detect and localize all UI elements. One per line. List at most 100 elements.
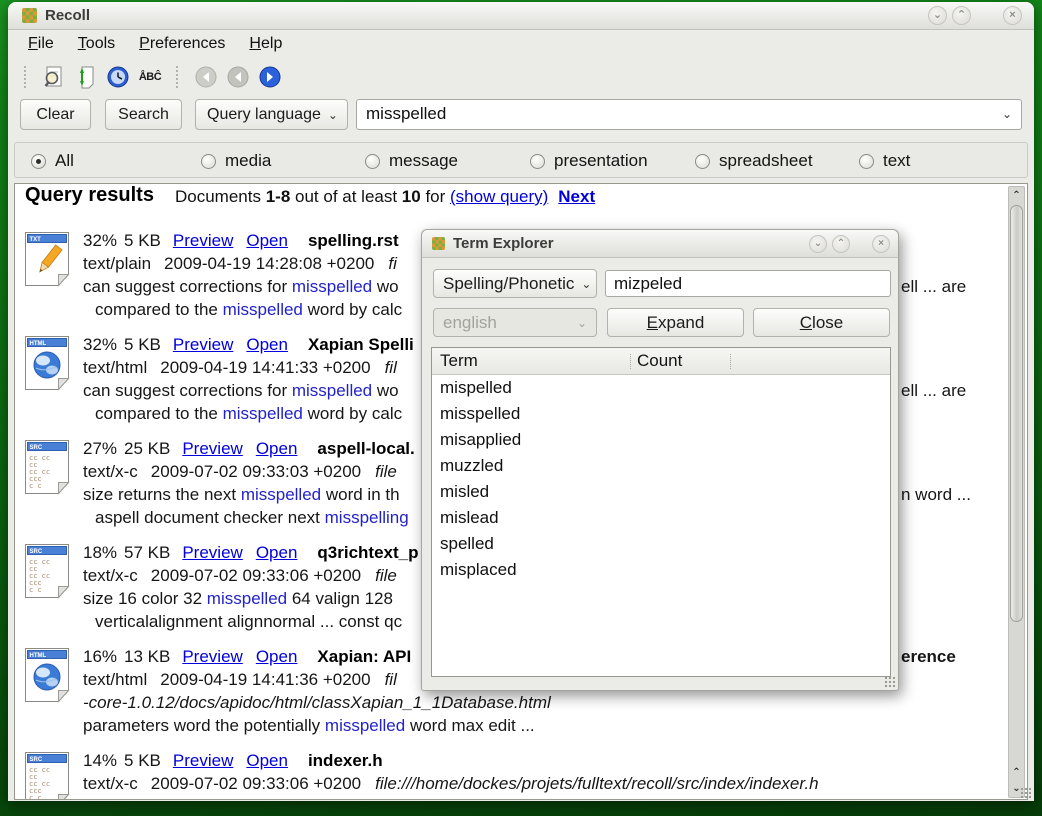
clear-button[interactable]: Clear <box>20 99 91 130</box>
result-snippet-line: verticalalignment alignnormal ... const … <box>95 612 402 635</box>
column-separator[interactable] <box>730 354 731 369</box>
term-row[interactable]: muzzled <box>440 456 503 482</box>
snippet-continuation-text: ell ... are <box>901 381 966 401</box>
svg-text:HTML: HTML <box>30 341 47 347</box>
snippet-text: 64 valign 128 <box>287 589 393 608</box>
spellcheck-icon[interactable]: ÅBĈ <box>136 63 164 91</box>
term-row[interactable]: misapplied <box>440 430 521 456</box>
term-input[interactable] <box>605 270 891 297</box>
radio-icon[interactable] <box>201 154 216 169</box>
filter-radio-media[interactable]: media <box>201 151 271 171</box>
filter-radio-text[interactable]: text <box>859 151 910 171</box>
result-snippet-line: size returns the next misspelled word in… <box>83 485 400 508</box>
menu-preferences[interactable]: Preferences <box>139 35 225 53</box>
preview-link[interactable]: Preview <box>182 439 242 458</box>
highlighted-term: misspelled <box>223 404 303 423</box>
html-document-icon[interactable]: HTML <box>23 335 71 391</box>
term-row[interactable]: misled <box>440 482 489 508</box>
preview-link[interactable]: Preview <box>182 647 242 666</box>
filter-radio-all[interactable]: All <box>31 151 74 171</box>
src-document-icon[interactable]: SRCcc cc cccc cccccc c <box>23 543 71 599</box>
term-row[interactable]: mispelled <box>440 378 512 404</box>
next-page-link[interactable]: Next <box>558 187 595 206</box>
forward-icon[interactable] <box>256 63 284 91</box>
radio-icon[interactable] <box>530 154 545 169</box>
expansion-mode-dropdown[interactable]: Spelling/Phonetic⌄ <box>433 269 597 298</box>
query-language-dropdown[interactable]: Query language⌄ <box>195 99 348 130</box>
snippet-continuation-text: n word ... <box>901 485 971 505</box>
results-scrollbar[interactable]: ⌃ ⌃ ⌄ <box>1008 186 1025 798</box>
sort-by-date-icon[interactable] <box>104 63 132 91</box>
back-icon[interactable] <box>224 63 252 91</box>
radio-selected-icon[interactable] <box>31 154 46 169</box>
term-row[interactable]: spelled <box>440 534 494 560</box>
open-link[interactable]: Open <box>256 647 298 666</box>
first-page-icon[interactable] <box>192 63 220 91</box>
search-combobox[interactable]: ⌄ <box>356 99 1022 130</box>
result-title: indexer.h <box>308 751 383 770</box>
expand-button[interactable]: Expand <box>607 308 744 337</box>
language-dropdown[interactable]: english⌄ <box>433 308 597 337</box>
scroll-up-icon[interactable]: ⌃ <box>1009 188 1024 203</box>
shade-icon[interactable]: ⌃ <box>832 235 850 253</box>
filter-radio-spreadsheet[interactable]: spreadsheet <box>695 151 813 171</box>
scrollbar-thumb[interactable] <box>1010 205 1023 622</box>
scroll-up-icon[interactable]: ⌃ <box>1009 765 1024 780</box>
open-link[interactable]: Open <box>256 543 298 562</box>
svg-text:TXT: TXT <box>30 237 42 243</box>
sort-document-icon[interactable] <box>72 63 100 91</box>
column-term[interactable]: Term <box>440 351 478 371</box>
close-dialog-button[interactable]: Close <box>753 308 890 337</box>
chevron-down-icon[interactable]: ⌄ <box>1002 107 1012 121</box>
show-query-link[interactable]: (show query) <box>450 187 548 206</box>
close-icon[interactable]: × <box>872 235 890 253</box>
src-document-icon[interactable]: SRCcc cc cccc cccccc c <box>23 439 71 495</box>
dialog-resize-grip[interactable] <box>884 676 895 687</box>
txt-document-icon[interactable]: TXT <box>23 231 71 287</box>
shade-icon[interactable]: ⌃ <box>952 6 971 25</box>
dialog-title: Term Explorer <box>453 235 554 252</box>
menu-file[interactable]: File <box>28 35 54 53</box>
menu-help[interactable]: Help <box>249 35 282 53</box>
preview-link[interactable]: Preview <box>182 543 242 562</box>
column-separator[interactable] <box>630 354 631 369</box>
open-link[interactable]: Open <box>246 751 288 770</box>
snippet-text: parameters word the potentially <box>83 716 325 735</box>
term-row[interactable]: mislead <box>440 508 499 534</box>
chevron-down-icon: ⌄ <box>577 316 587 330</box>
result-snippet-line: can suggest corrections for misspelled w… <box>83 277 399 300</box>
result-snippet-line: compared to the misspelled word by calc <box>95 404 402 427</box>
term-row[interactable]: misspelled <box>440 404 520 430</box>
close-icon[interactable]: × <box>1003 6 1022 25</box>
search-button[interactable]: Search <box>105 99 182 130</box>
open-link[interactable]: Open <box>256 439 298 458</box>
radio-icon[interactable] <box>859 154 874 169</box>
html-document-icon[interactable]: HTML <box>23 647 71 703</box>
snippet-continuation-text: erence <box>901 647 956 667</box>
term-row[interactable]: misplaced <box>440 560 517 586</box>
preview-link[interactable]: Preview <box>173 335 233 354</box>
preview-link[interactable]: Preview <box>173 751 233 770</box>
src-document-icon[interactable]: SRCcc cc cccc cccccc c <box>23 751 71 800</box>
radio-icon[interactable] <box>695 154 710 169</box>
dialog-titlebar[interactable]: Term Explorer ⌄ ⌃ × <box>422 230 898 258</box>
search-input[interactable] <box>366 104 986 124</box>
radio-icon[interactable] <box>365 154 380 169</box>
term-list-header[interactable]: Term Count <box>432 348 890 375</box>
snippet-text: wo <box>372 277 398 296</box>
window-resize-grip[interactable] <box>1020 787 1031 798</box>
filter-label: All <box>55 151 74 171</box>
column-count[interactable]: Count <box>637 351 682 371</box>
filter-radio-message[interactable]: message <box>365 151 458 171</box>
main-titlebar[interactable]: Recoll ⌄ ⌃ × <box>8 2 1034 30</box>
open-link[interactable]: Open <box>246 335 288 354</box>
result-header-line: 27%25 KBPreviewOpenaspell-local. <box>83 439 415 462</box>
document-preview-icon[interactable] <box>40 63 68 91</box>
filter-radio-presentation[interactable]: presentation <box>530 151 648 171</box>
timestamp: 2009-07-02 09:33:03 +0200 <box>151 462 361 481</box>
minimize-icon[interactable]: ⌄ <box>928 6 947 25</box>
menu-tools[interactable]: Tools <box>78 35 115 53</box>
preview-link[interactable]: Preview <box>173 231 233 250</box>
minimize-icon[interactable]: ⌄ <box>809 235 827 253</box>
open-link[interactable]: Open <box>246 231 288 250</box>
